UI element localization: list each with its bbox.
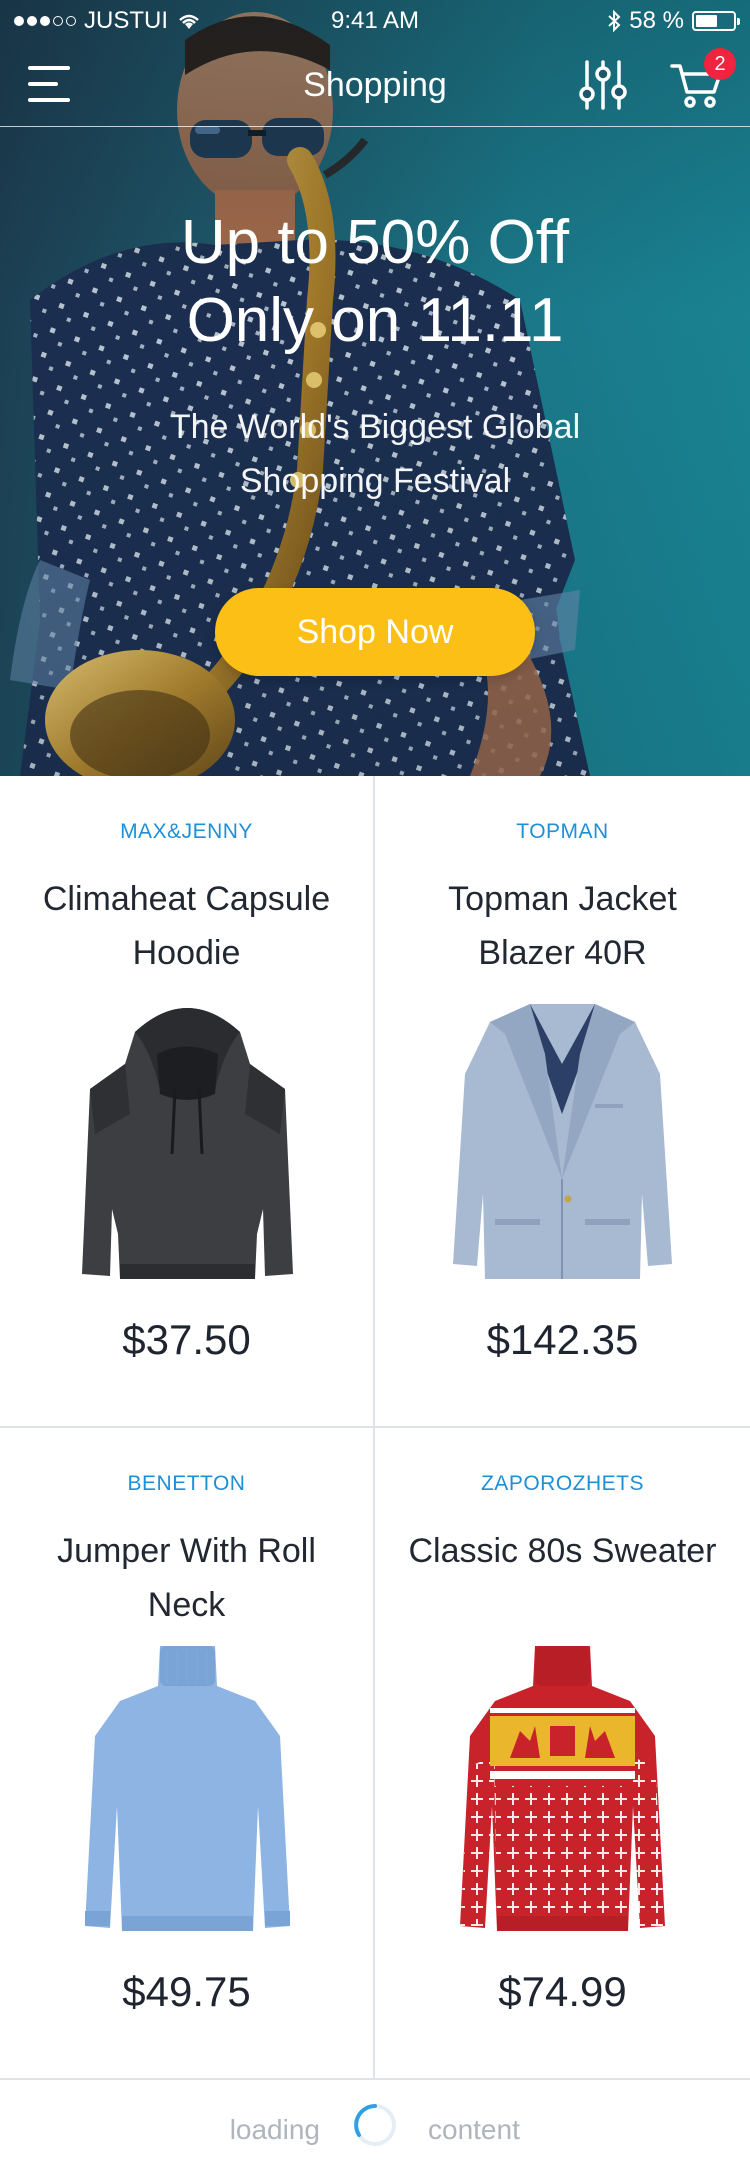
product-price: $37.50	[122, 1316, 251, 1363]
loading-label: loading	[229, 2114, 320, 2145]
loading-indicator: loading content	[0, 2080, 750, 2178]
battery-icon	[692, 11, 740, 31]
shopping-cart-button[interactable]: 2	[670, 48, 736, 114]
product-brand[interactable]: TOPMAN	[375, 820, 750, 844]
headline-line-1: Up to 50% Off	[180, 208, 570, 277]
subtitle-line-1: The World's Biggest Global	[169, 408, 581, 446]
headline-line-2: Only on 11.11	[186, 286, 564, 355]
product-price: $142.35	[486, 1316, 639, 1363]
product-image-blazer[interactable]	[450, 994, 675, 1286]
product-brand[interactable]: BENETTON	[0, 1472, 373, 1496]
product-brand[interactable]: MAX&JENNY	[0, 820, 373, 844]
battery-fill	[696, 15, 717, 27]
product-grid: MAX&JENNY Climaheat Capsule Hoodie $37.5…	[0, 776, 750, 2080]
subtitle-line-2: Shopping Festival	[239, 462, 511, 500]
product-name[interactable]: Topman Jacket Blazer 40R	[405, 872, 720, 980]
sliders-filter-icon[interactable]	[578, 58, 628, 112]
status-bar: JUSTUI 9:41 AM 58 %	[0, 0, 750, 40]
hero-subtitle: The World's Biggest Global Shopping Fest…	[0, 400, 750, 508]
product-card[interactable]: MAX&JENNY Climaheat Capsule Hoodie $37.5…	[0, 776, 375, 1428]
product-name[interactable]: Jumper With Roll Neck	[30, 1524, 343, 1632]
cart-count-badge: 2	[704, 48, 736, 80]
spinner-icon	[354, 2104, 396, 2146]
hero-headline: Up to 50% Off Only on 11.11	[0, 204, 750, 360]
bluetooth-icon	[608, 10, 621, 32]
nav-bar: Shopping 2	[0, 44, 750, 127]
nav-title: Shopping	[303, 66, 447, 104]
product-image-christmas-sweater[interactable]	[450, 1646, 675, 1938]
product-card[interactable]: BENETTON Jumper With Roll Neck $49.75	[0, 1428, 375, 2080]
product-price: $49.75	[122, 1968, 251, 2015]
shop-now-button[interactable]: Shop Now	[215, 588, 535, 676]
product-image-hoodie[interactable]	[75, 994, 300, 1286]
status-right: 58 %	[607, 7, 740, 35]
product-brand[interactable]: ZAPOROZHETS	[375, 1472, 750, 1496]
product-name[interactable]: Climaheat Capsule Hoodie	[30, 872, 343, 980]
product-card[interactable]: ZAPOROZHETS Classic 80s Sweater $74.99	[375, 1428, 750, 2080]
product-image-turtleneck[interactable]	[75, 1646, 300, 1938]
product-price: $74.99	[498, 1968, 627, 2015]
content-label: content	[428, 2114, 520, 2145]
product-card[interactable]: TOPMAN Topman Jacket Blazer 40R $142.35	[375, 776, 750, 1428]
battery-percent: 58 %	[629, 7, 684, 34]
product-name[interactable]: Classic 80s Sweater	[405, 1524, 720, 1578]
hero-banner: JUSTUI 9:41 AM 58 % Shopping 2 Up to 50%…	[0, 0, 750, 776]
